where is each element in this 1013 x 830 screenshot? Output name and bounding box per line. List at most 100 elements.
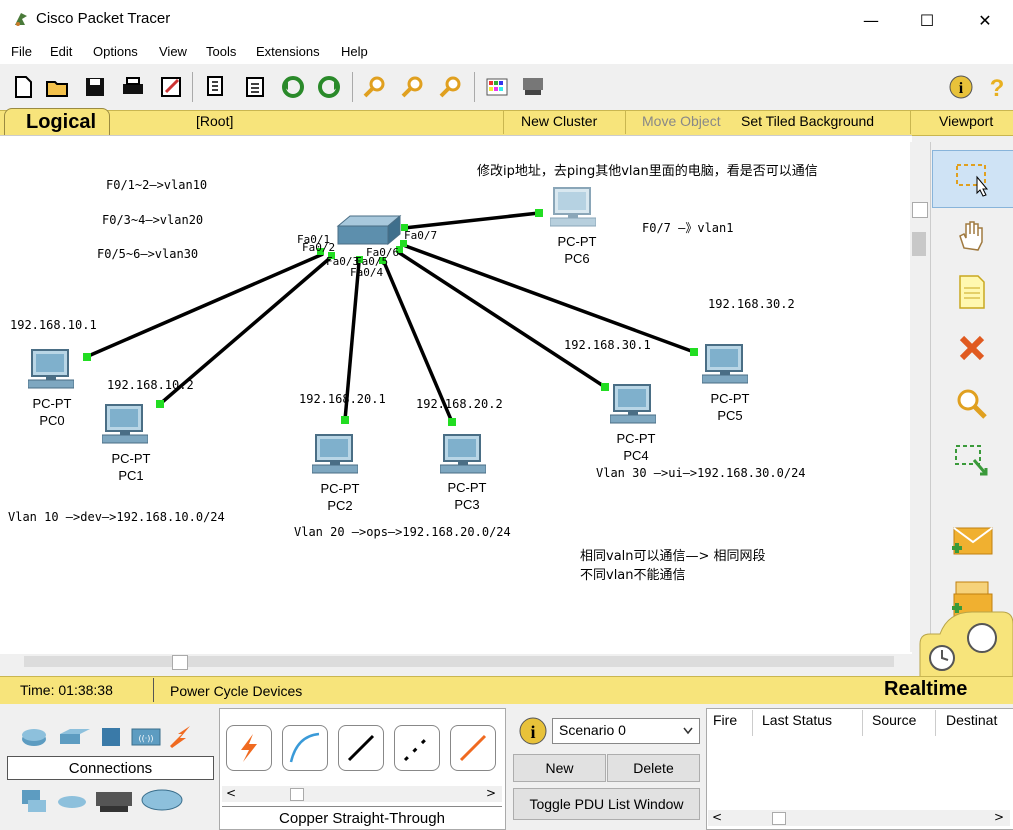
note-vlan20-ports: F0/3~4—>vlan20 [102, 213, 204, 227]
svg-text:?: ? [990, 75, 1005, 100]
port-label-fa07: Fa0/7 [404, 229, 438, 242]
pc0-ip: 192.168.10.1 [10, 318, 97, 332]
column-destination[interactable]: Destinat [946, 712, 997, 728]
realtime-mode-label[interactable]: Realtime [884, 678, 967, 701]
note-ping-task: 修改ip地址，去ping其他vlan里面的电脑，看是否可以通信 [477, 164, 818, 179]
link-light [448, 418, 456, 426]
fiber-cable-icon [459, 734, 487, 762]
pc4-icon[interactable] [610, 383, 656, 425]
pc3-name: PC3 [454, 497, 480, 512]
pc4-type: PC-PT [616, 431, 656, 446]
vertical-scrollbar[interactable] [910, 142, 928, 652]
port-label-fa02: Fa0/2 [302, 241, 336, 254]
pc5-icon[interactable] [702, 343, 748, 385]
column-divider [935, 710, 936, 736]
toggle-pdu-list-button[interactable]: Toggle PDU List Window [513, 788, 700, 820]
inspect-tool[interactable] [932, 208, 1012, 264]
pc5-type: PC-PT [710, 391, 750, 406]
note-vlan20-desc: Vlan 20 —>ops—>192.168.20.0/24 [294, 525, 511, 539]
pc2-type: PC-PT [320, 481, 360, 496]
resize-icon [955, 445, 988, 476]
delete-tool[interactable] [932, 320, 1012, 376]
note-icon [959, 275, 985, 309]
hand-icon [959, 221, 983, 251]
info-icon[interactable]: i [948, 74, 974, 100]
realtime-clock-tab[interactable] [912, 608, 1013, 680]
svg-text:i: i [530, 722, 535, 742]
automatic-connection-button[interactable] [226, 725, 272, 771]
column-divider [752, 710, 753, 736]
pc3-icon[interactable] [440, 433, 486, 475]
magnifier-icon [957, 389, 987, 419]
end-devices-category-icon [22, 790, 46, 812]
note-vlan1-port: F0/7 —》vlan1 [642, 221, 734, 235]
connection-scrollbar[interactable]: < > [222, 786, 502, 802]
add-simple-pdu-tool[interactable] [932, 512, 1012, 568]
wireless-category-icon: ((·)) [131, 728, 161, 746]
note-diff-vlan: 不同vlan不能通信 [580, 568, 686, 583]
zoom-tool[interactable] [932, 376, 1012, 432]
pc6-type: PC-PT [557, 234, 597, 249]
switches-category-icon [60, 729, 90, 744]
link-light [601, 383, 609, 391]
close-button[interactable]: ✕ [962, 6, 1008, 34]
fiber-cable-button[interactable] [450, 725, 496, 771]
device-category-row: ((·)) [22, 726, 190, 748]
lightning-icon [241, 734, 257, 762]
status-bar [0, 676, 1013, 705]
select-tool[interactable] [932, 150, 1013, 208]
column-last-status[interactable]: Last Status [762, 712, 832, 728]
straight-through-cable-button[interactable] [338, 725, 384, 771]
switch-icon[interactable] [336, 214, 402, 248]
console-cable-button[interactable] [282, 725, 328, 771]
pc6-name: PC6 [564, 251, 590, 266]
help-icon[interactable]: ? [984, 74, 1010, 100]
pc1-icon[interactable] [102, 403, 148, 445]
horizontal-scrollbar[interactable] [0, 654, 912, 670]
pc3-type: PC-PT [447, 480, 487, 495]
pc1-name: PC1 [118, 468, 144, 483]
power-cycle-devices-button[interactable]: Power Cycle Devices [170, 683, 302, 699]
link-light [341, 416, 349, 424]
device-category-label: Connections [7, 756, 214, 780]
place-note-tool[interactable] [932, 264, 1012, 320]
delete-scenario-button[interactable]: Delete [607, 754, 700, 782]
pc5-name: PC5 [717, 408, 743, 423]
crossover-cable-button[interactable] [394, 725, 440, 771]
resize-shape-tool[interactable] [932, 432, 1012, 488]
scenario-info-icon[interactable]: i [518, 716, 548, 746]
note-vlan10-ports: F0/1~2—>vlan10 [106, 178, 208, 192]
pc6-icon[interactable] [550, 186, 596, 228]
pc0-icon[interactable] [28, 348, 74, 390]
connections-category-icon [170, 726, 190, 748]
pc4-ip: 192.168.30.1 [564, 338, 651, 352]
select-icon [956, 164, 989, 197]
new-scenario-button[interactable]: New [513, 754, 606, 782]
viewport-button[interactable]: Viewport [939, 113, 993, 129]
device-category-row-2 [22, 789, 183, 812]
pc5-ip: 192.168.30.2 [708, 297, 795, 311]
security-category-icon [58, 796, 86, 808]
note-same-vlan: 相同valn可以通信—> 相同网段 [580, 549, 766, 564]
pc0-name: PC0 [39, 413, 65, 428]
column-source[interactable]: Source [872, 712, 916, 728]
pc2-icon[interactable] [312, 433, 358, 475]
pc1-ip: 192.168.10.2 [107, 378, 194, 392]
note-vlan30-ports: F0/5~6—>vlan30 [97, 247, 199, 261]
svg-text:i: i [959, 80, 964, 97]
link-pc0 [85, 252, 324, 359]
scenario-select[interactable]: Scenario 0 [552, 718, 700, 744]
column-fire[interactable]: Fire [713, 712, 737, 728]
multiuser-category-icon [141, 789, 183, 811]
svg-text:((·)): ((·)) [138, 734, 153, 743]
simulation-time: Time: 01:38:38 [20, 682, 113, 698]
pdu-list-scrollbar[interactable]: < > [708, 810, 1010, 826]
status-separator [153, 678, 154, 702]
pc2-name: PC2 [327, 498, 353, 513]
link-pc6 [403, 211, 540, 230]
pc4-name: PC4 [623, 448, 649, 463]
port-label-fa06: Fa0/6 [366, 246, 400, 259]
column-divider [862, 710, 863, 736]
pc0-type: PC-PT [32, 396, 72, 411]
note-vlan10-desc: Vlan 10 —>dev—>192.168.10.0/24 [8, 510, 225, 524]
